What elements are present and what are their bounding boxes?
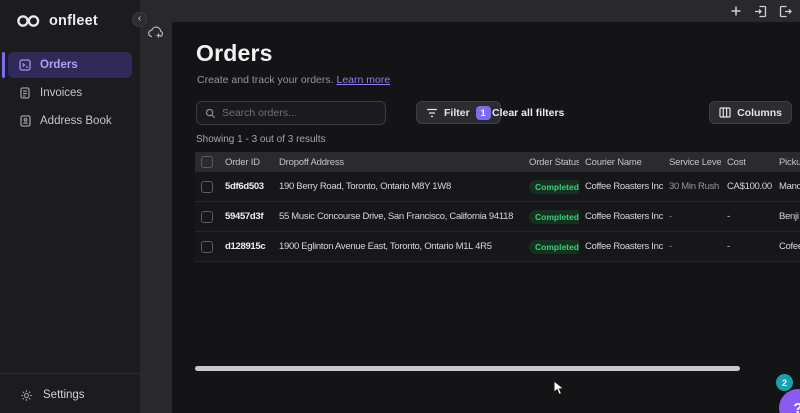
cell-order-id[interactable]: d128915c — [219, 241, 273, 252]
search-icon — [205, 108, 216, 119]
subtitle-text: Create and track your orders. — [197, 74, 334, 86]
cell-dropoff-address: 1900 Eglinton Avenue East, Toronto, Onta… — [279, 241, 492, 252]
brand: onfleet — [0, 0, 140, 32]
sidebar-collapse-button[interactable]: ‹ — [132, 12, 147, 27]
table-row[interactable]: d128915c 1900 Eglinton Avenue East, Toro… — [195, 232, 800, 262]
chat-notification-badge: 2 — [776, 374, 793, 391]
results-summary: Showing 1 - 3 out of 3 results — [196, 134, 326, 145]
cell-pickup: Cofee S — [779, 241, 800, 252]
cell-order-id[interactable]: 5df6d503 — [219, 181, 273, 192]
columns-icon — [719, 107, 731, 118]
cell-cost: - — [727, 211, 730, 222]
gear-icon — [20, 389, 33, 402]
cell-dropoff-address: 55 Music Concourse Drive, San Francisco,… — [279, 211, 514, 222]
secondary-rail — [140, 0, 172, 413]
cell-order-id[interactable]: 59457d3f — [219, 211, 273, 222]
row-checkbox[interactable] — [201, 240, 213, 253]
table-row[interactable]: 59457d3f 55 Music Concourse Drive, San F… — [195, 202, 800, 232]
sidebar-item-settings[interactable]: Settings — [0, 381, 140, 409]
filter-button[interactable]: Filter 1 — [416, 101, 501, 124]
row-checkbox[interactable] — [201, 180, 213, 193]
cell-pickup: Benji Ja — [779, 211, 800, 222]
header-cost[interactable]: Cost — [721, 157, 773, 168]
sidebar-item-invoices[interactable]: Invoices — [8, 80, 132, 106]
columns-button[interactable]: Columns — [709, 101, 792, 124]
question-mark-icon: ? — [793, 400, 800, 413]
header-service-level[interactable]: Service Level — [663, 157, 721, 168]
columns-label: Columns — [737, 106, 782, 119]
clear-all-filters-button[interactable]: Clear all filters — [492, 107, 564, 119]
select-all-checkbox[interactable] — [201, 156, 213, 168]
cell-courier-name: Coffee Roasters Inc — [585, 241, 663, 252]
invoices-icon — [19, 87, 31, 99]
topbar — [172, 0, 800, 22]
status-badge: Completed — [529, 239, 579, 254]
row-checkbox[interactable] — [201, 210, 213, 223]
orders-table: Order ID Dropoff Address Order Status Co… — [195, 152, 800, 262]
cell-cost: - — [727, 241, 730, 252]
horizontal-scrollbar[interactable] — [195, 366, 740, 371]
sidebar-item-label: Invoices — [40, 87, 83, 99]
controls-row: Filter 1 Clear all filters Columns — [196, 101, 792, 125]
sidebar-divider — [0, 373, 140, 374]
orders-icon — [19, 59, 31, 71]
cell-service-level: - — [669, 241, 672, 252]
header-pickup[interactable]: Pickup — [773, 157, 800, 168]
onfleet-logo-icon — [16, 14, 41, 28]
header-dropoff-address[interactable]: Dropoff Address — [273, 157, 523, 168]
cell-dropoff-address: 190 Berry Road, Toronto, Ontario M8Y 1W8 — [279, 181, 451, 192]
settings-label: Settings — [43, 389, 85, 401]
table-row[interactable]: 5df6d503 190 Berry Road, Toronto, Ontari… — [195, 172, 800, 202]
sidebar-item-orders[interactable]: Orders — [8, 52, 132, 78]
header-order-status[interactable]: Order Status — [523, 157, 579, 168]
cell-courier-name: Coffee Roasters Inc — [585, 211, 663, 222]
cell-cost: CA$100.00 — [727, 181, 772, 192]
import-icon[interactable] — [754, 5, 767, 18]
status-badge: Completed — [529, 209, 579, 224]
cell-service-level: 30 Min Rush — [669, 181, 720, 192]
sidebar: onfleet Orders Invoices Address Book Set… — [0, 0, 140, 413]
chevron-left-icon: ‹ — [137, 13, 142, 24]
sidebar-item-label: Address Book — [40, 115, 112, 127]
filter-count-badge: 1 — [475, 105, 491, 120]
main-content: Orders Create and track your orders. Lea… — [172, 22, 800, 413]
page-subtitle: Create and track your orders. Learn more — [197, 74, 390, 86]
cell-pickup: Mandy — [779, 181, 800, 192]
status-badge: Completed — [529, 179, 579, 194]
cell-service-level: - — [669, 211, 672, 222]
search-input[interactable] — [222, 107, 377, 119]
cell-courier-name: Coffee Roasters Inc — [585, 181, 663, 192]
cloud-add-icon[interactable] — [147, 24, 165, 40]
page-title: Orders — [196, 40, 273, 66]
address-book-icon — [19, 115, 31, 127]
table-header-row: Order ID Dropoff Address Order Status Co… — [195, 152, 800, 172]
sidebar-item-label: Orders — [40, 59, 78, 71]
filter-label: Filter — [444, 106, 470, 119]
add-icon[interactable] — [730, 5, 742, 17]
header-order-id[interactable]: Order ID — [219, 157, 273, 168]
filter-icon — [426, 108, 438, 118]
header-courier-name[interactable]: Courier Name — [579, 157, 663, 168]
learn-more-link[interactable]: Learn more — [336, 74, 390, 86]
search-box[interactable] — [196, 101, 386, 125]
brand-name: onfleet — [49, 13, 98, 29]
sidebar-item-address-book[interactable]: Address Book — [8, 108, 132, 134]
sidebar-nav: Orders Invoices Address Book — [0, 52, 140, 136]
export-icon[interactable] — [779, 5, 792, 18]
